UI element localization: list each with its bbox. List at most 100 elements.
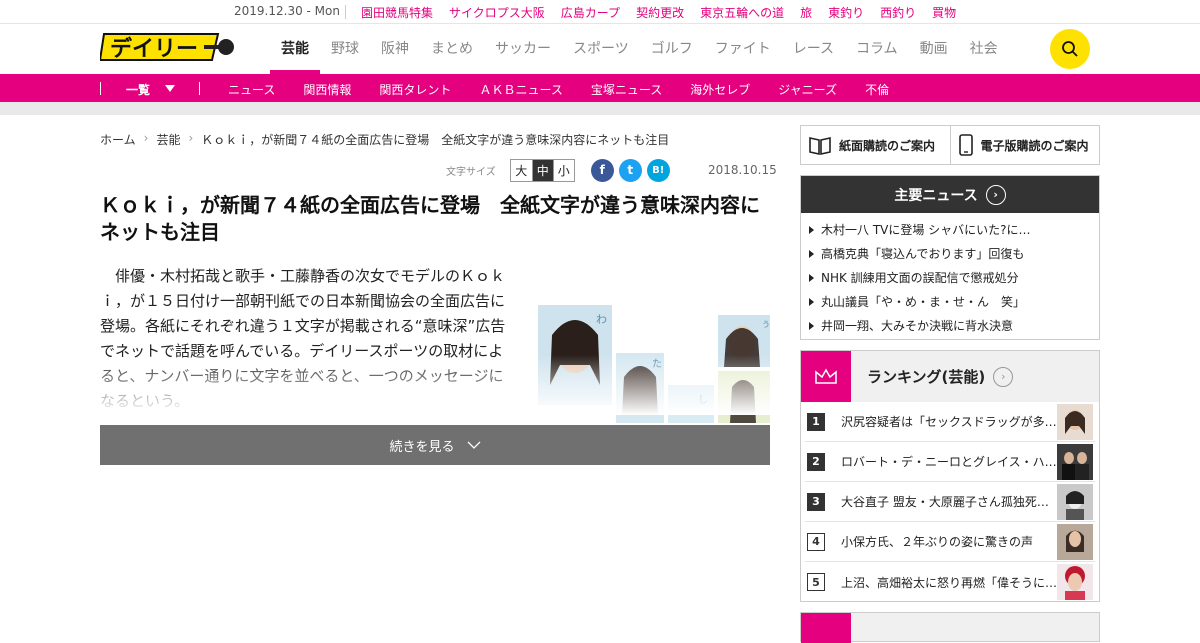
- chevron-down-icon: [467, 441, 480, 449]
- top-link[interactable]: 旅: [800, 4, 812, 21]
- news-item[interactable]: NHK 訓練用文面の誤配信で懲戒処分: [801, 266, 1099, 290]
- smartphone-icon: [958, 134, 973, 156]
- main-nav: 芸能 野球 阪神 まとめ サッカー スポーツ ゴルフ ファイト レース コラム …: [270, 24, 1009, 74]
- ranking-item-title: 上沼、高畑裕太に怒り再燃「偉そうに…: [841, 575, 1058, 590]
- ranking-header[interactable]: ランキング(芸能) ›: [801, 351, 1099, 402]
- photo-char: う: [762, 320, 770, 329]
- rank-number: 3: [807, 492, 825, 511]
- ranking-item[interactable]: 5 上沼、高畑裕太に怒り再燃「偉そうに…: [805, 562, 1095, 602]
- sub-nav-item[interactable]: 関西タレント: [379, 81, 451, 98]
- sub-nav-item[interactable]: 不倫: [865, 81, 889, 98]
- top-link[interactable]: 東京五輪への道: [700, 4, 784, 21]
- breadcrumb-category[interactable]: 芸能: [156, 131, 180, 148]
- chevron-right-icon: ›: [188, 131, 194, 145]
- ranking-item[interactable]: 2 ロバート・デ・ニーロとグレイス・ハ…: [805, 442, 1095, 482]
- nav-item-hanshin[interactable]: 阪神: [370, 24, 420, 74]
- top-link[interactable]: 園田競馬特集: [361, 4, 433, 21]
- top-link[interactable]: 買物: [932, 4, 956, 21]
- facebook-share-icon[interactable]: f: [590, 158, 614, 182]
- top-news-title: 主要ニュース: [894, 187, 978, 204]
- breadcrumb-current: Ｋｏｋｉ，が新聞７４紙の全面広告に登場 全紙文字が違う意味深内容にネットも注目: [201, 133, 670, 147]
- sub-nav-item[interactable]: 宝塚ニュース: [591, 81, 662, 98]
- nav-item-baseball[interactable]: 野球: [320, 24, 370, 74]
- nav-item-video[interactable]: 動画: [909, 24, 959, 74]
- rank-number: 2: [807, 452, 825, 471]
- digital-subscription-label: 電子版購読のご案内: [980, 138, 1089, 153]
- chevron-right-icon: ›: [993, 366, 1014, 387]
- sub-nav-item[interactable]: ＡＫＢニュース: [479, 81, 562, 98]
- article-tools: 文字サイズ 大 中 小 f t B!: [446, 158, 670, 182]
- news-item[interactable]: 丸山議員「や・め・ま・せ・ん 笑」: [801, 290, 1099, 314]
- breadcrumb-home[interactable]: ホーム: [100, 131, 136, 148]
- nav-item-entertainment[interactable]: 芸能: [270, 24, 320, 74]
- sub-nav-item[interactable]: ニュース: [228, 81, 275, 98]
- news-item[interactable]: 高橋克典「寝込んでおります」回復も: [801, 242, 1099, 266]
- top-news-box: 主要ニュース › 木村一八 TVに登場 シャバにいた?に… 高橋克典「寝込んでお…: [800, 175, 1100, 340]
- next-sidebar-box: [800, 612, 1100, 643]
- font-size-switcher: 大 中 小: [509, 158, 575, 182]
- book-icon: [809, 137, 831, 155]
- divider: [100, 82, 101, 95]
- top-bar: 2019.12.30 - Mon 園田競馬特集 サイクロプス大阪 広島カープ 契…: [0, 0, 1200, 24]
- top-link[interactable]: 東釣り: [828, 4, 864, 21]
- nav-item-soccer[interactable]: サッカー: [484, 24, 562, 74]
- digital-subscription-button[interactable]: 電子版購読のご案内: [951, 126, 1100, 164]
- nav-item-fight[interactable]: ファイト: [704, 24, 782, 74]
- ranking-item[interactable]: 1 沢尻容疑者は「セックスドラッグが多…: [805, 402, 1095, 442]
- top-news-header[interactable]: 主要ニュース ›: [801, 176, 1099, 213]
- nav-item-society[interactable]: 社会: [959, 24, 1009, 74]
- search-button[interactable]: [1050, 29, 1090, 69]
- top-link[interactable]: 西釣り: [880, 4, 916, 21]
- read-more-fade: [100, 355, 780, 415]
- sub-nav-bar: 一覧 ニュース 関西情報 関西タレント ＡＫＢニュース 宝塚ニュース 海外セレブ…: [0, 74, 1200, 102]
- nav-item-matome[interactable]: まとめ: [420, 24, 484, 74]
- font-size-medium[interactable]: 中: [531, 159, 553, 181]
- rank-number: 1: [807, 412, 825, 431]
- ranking-item-title: 大谷直子 盟友・大原麗子さん孤独死…: [841, 495, 1049, 509]
- news-item[interactable]: 木村一八 TVに登場 シャバにいた?に…: [801, 218, 1099, 242]
- ranking-item-title: ロバート・デ・ニーロとグレイス・ハ…: [841, 455, 1057, 469]
- ranking-item[interactable]: 4 小保方氏、２年ぶりの姿に驚きの声: [805, 522, 1095, 562]
- nav-item-race[interactable]: レース: [782, 24, 845, 74]
- top-link[interactable]: サイクロプス大阪: [449, 4, 545, 21]
- separator-strip: [0, 102, 1200, 115]
- top-news-list: 木村一八 TVに登場 シャバにいた?に… 高橋克典「寝込んでおります」回復も N…: [801, 213, 1099, 338]
- sub-nav-item[interactable]: 海外セレブ: [690, 81, 750, 98]
- sub-nav-item[interactable]: 関西情報: [303, 81, 351, 98]
- logo-text: デイリー: [110, 36, 198, 62]
- top-link[interactable]: 広島カープ: [561, 4, 620, 21]
- twitter-share-icon[interactable]: t: [618, 158, 642, 182]
- site-header: デイリー 芸能 野球 阪神 まとめ サッカー スポーツ ゴルフ ファイト レース…: [0, 24, 1200, 74]
- paper-subscription-button[interactable]: 紙面購読のご案内: [801, 126, 951, 164]
- subscription-links: 紙面購読のご案内 電子版購読のご案内: [800, 125, 1100, 165]
- article-headline: Ｋｏｋｉ，が新聞７４紙の全面広告に登場 全紙文字が違う意味深内容にネットも注目: [100, 193, 760, 244]
- nav-item-golf[interactable]: ゴルフ: [640, 24, 704, 74]
- daily-logo[interactable]: デイリー: [100, 30, 240, 64]
- publish-date: 2018.10.15: [708, 163, 777, 177]
- font-size-small[interactable]: 小: [552, 159, 574, 181]
- ranking-thumbnail: [1057, 564, 1093, 600]
- ranking-title: ランキング(芸能): [867, 368, 986, 386]
- ranking-item-title: 小保方氏、２年ぶりの姿に驚きの声: [841, 535, 1034, 549]
- dropdown-arrow-icon[interactable]: [165, 85, 175, 92]
- top-links: 園田競馬特集 サイクロプス大阪 広島カープ 契約更改 東京五輪への道 旅 東釣り…: [361, 4, 972, 21]
- ranking-item[interactable]: 3 大谷直子 盟友・大原麗子さん孤独死…: [805, 482, 1095, 522]
- current-date: 2019.12.30 - Mon: [234, 4, 340, 18]
- pink-tab: [801, 613, 851, 643]
- sub-nav-item[interactable]: ジャニーズ: [778, 81, 837, 98]
- share-buttons: f t B!: [590, 158, 670, 182]
- nav-item-column[interactable]: コラム: [845, 24, 909, 74]
- hatena-bookmark-icon[interactable]: B!: [646, 158, 670, 182]
- list-dropdown[interactable]: 一覧: [126, 81, 150, 98]
- ranking-thumbnail: [1057, 404, 1093, 440]
- nav-item-sports[interactable]: スポーツ: [562, 24, 640, 74]
- ranking-item-title: 沢尻容疑者は「セックスドラッグが多…: [841, 415, 1057, 429]
- news-item[interactable]: 井岡一翔、大みそか決戦に背水決意: [801, 314, 1099, 338]
- ranking-thumbnail: [1057, 484, 1093, 520]
- top-link[interactable]: 契約更改: [636, 4, 684, 21]
- read-more-button[interactable]: 続きを見る: [100, 425, 770, 465]
- ranking-thumbnail: [1057, 524, 1093, 560]
- font-size-large[interactable]: 大: [511, 160, 532, 181]
- photo-char: わ: [596, 313, 607, 326]
- rank-number: 5: [807, 573, 825, 591]
